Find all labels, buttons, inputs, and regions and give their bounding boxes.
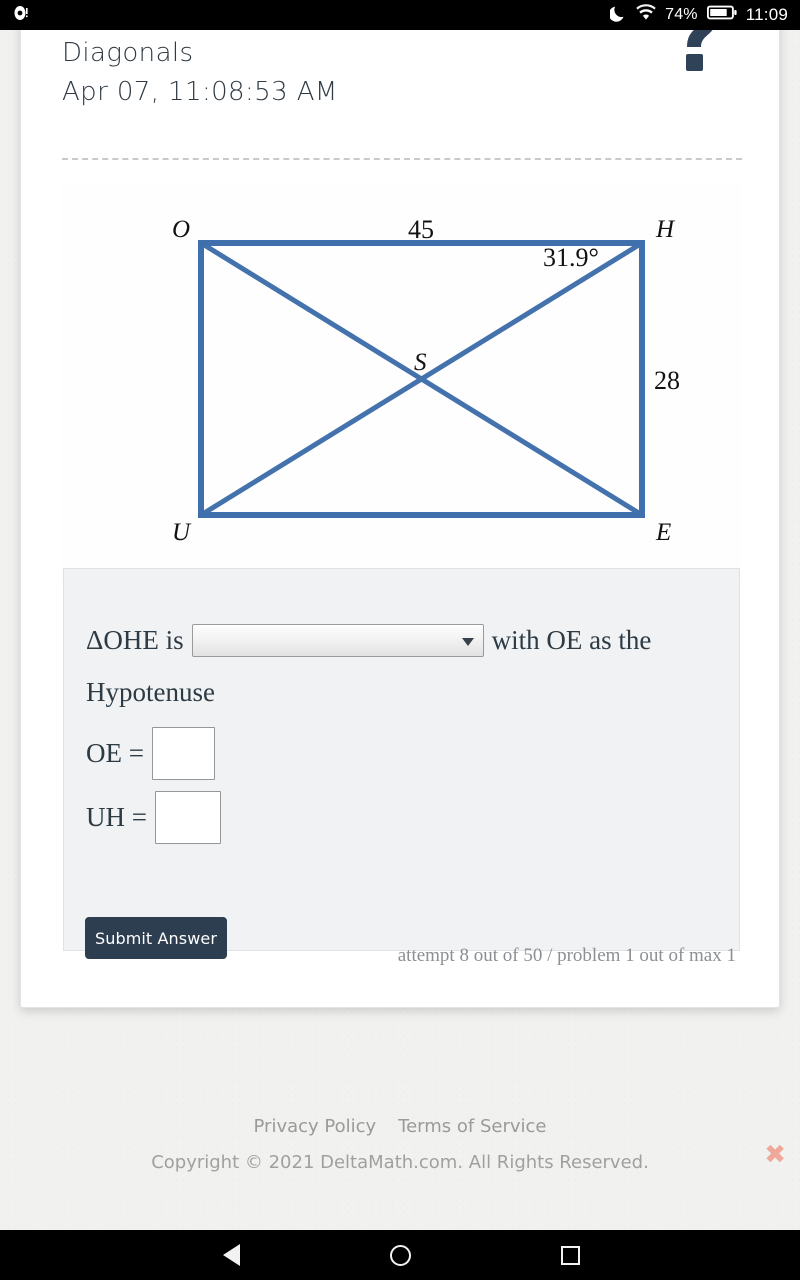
android-nav-bar	[0, 1230, 800, 1280]
side-right-measure: 28	[654, 366, 680, 395]
answer-panel: ΔOHE is with OE as the Hypotenuse OE = U…	[63, 568, 740, 966]
geometry-figure: O H U E S 45 28 31.9°	[62, 184, 742, 584]
privacy-policy-link[interactable]: Privacy Policy	[254, 1116, 377, 1137]
statement-suffix: with OE as the	[491, 625, 652, 655]
problem-card: Diagonals Apr 07, 11:08:53 AM O H U E S …	[20, 30, 780, 1008]
statement-prefix: ΔOHE is	[86, 625, 184, 655]
submit-answer-button[interactable]: Submit Answer	[85, 917, 227, 959]
close-x-icon[interactable]: ✖	[764, 1142, 786, 1168]
statement-line2: Hypotenuse	[86, 677, 215, 707]
attempt-status: attempt 8 out of 50 / problem 1 out of m…	[397, 945, 736, 966]
notification-dot-icon	[12, 4, 30, 27]
status-bar-left	[0, 4, 30, 27]
battery-icon	[706, 4, 737, 26]
field-row-oe: OE =	[86, 727, 215, 780]
android-status-bar: 74% 11:09	[0, 0, 800, 30]
problem-statement: ΔOHE is with OE as the	[86, 621, 726, 659]
oe-label: OE =	[86, 738, 144, 768]
vertex-label-h: H	[655, 216, 676, 243]
header-divider	[62, 158, 742, 160]
uh-label: UH =	[86, 802, 147, 832]
uh-input[interactable]	[154, 791, 221, 844]
side-top-measure: 45	[408, 215, 434, 244]
footer: Privacy Policy Terms of Service Copyrigh…	[0, 1116, 800, 1173]
chevron-down-icon	[461, 637, 474, 646]
recents-square-icon[interactable]	[530, 1230, 610, 1280]
angle-measure: 31.9°	[543, 243, 599, 272]
terms-of-service-link[interactable]: Terms of Service	[398, 1116, 546, 1137]
status-bar-right: 74% 11:09	[608, 4, 800, 27]
home-circle-icon[interactable]	[360, 1230, 440, 1280]
footer-links: Privacy Policy Terms of Service	[0, 1116, 800, 1137]
question-mark-help-icon[interactable]	[669, 30, 729, 81]
oe-input[interactable]	[151, 727, 215, 780]
assignment-timestamp: Apr 07, 11:08:53 AM	[62, 77, 338, 107]
battery-percent-label: 74%	[665, 6, 698, 23]
vertex-label-o: O	[172, 216, 190, 243]
rectangle-with-diagonals-svg: O H U E S 45 28 31.9°	[62, 184, 742, 584]
vertex-label-e: E	[655, 519, 671, 546]
assignment-header: Diagonals Apr 07, 11:08:53 AM	[62, 36, 662, 110]
crescent-moon-icon	[608, 4, 627, 27]
wifi-icon	[636, 4, 656, 26]
intersection-label-s: S	[414, 349, 427, 376]
field-row-uh: UH =	[86, 791, 221, 844]
triangle-type-select[interactable]	[191, 623, 484, 657]
vertex-label-u: U	[172, 519, 192, 546]
copyright-text: Copyright © 2021 DeltaMath.com. All Righ…	[151, 1152, 649, 1173]
page-scroll-area[interactable]: Diagonals Apr 07, 11:08:53 AM O H U E S …	[0, 30, 800, 1230]
status-bar-clock: 11:09	[745, 5, 788, 24]
page-title: Diagonals	[62, 38, 194, 68]
back-triangle-icon[interactable]	[191, 1230, 271, 1280]
